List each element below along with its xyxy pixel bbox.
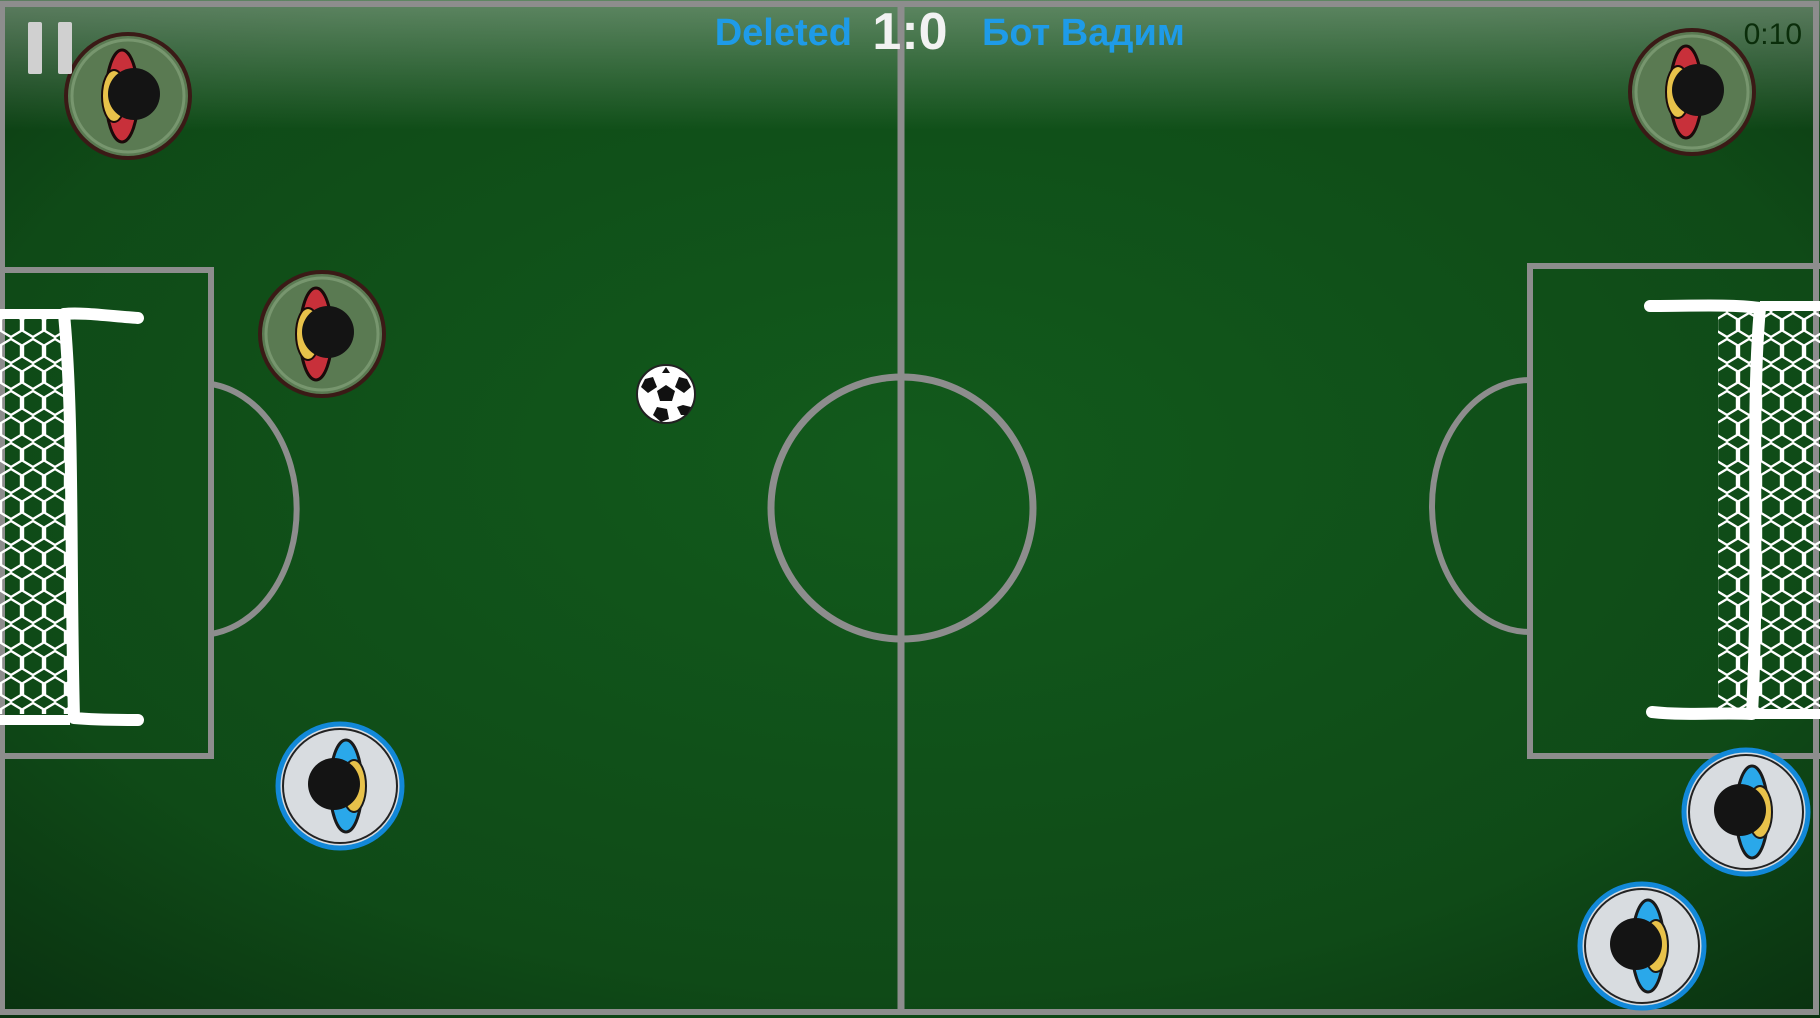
- blue-player[interactable]: [1680, 746, 1812, 878]
- soccer-field: [0, 0, 1820, 1018]
- blue-player[interactable]: [274, 720, 406, 852]
- red-player[interactable]: [256, 268, 388, 400]
- team-right-name: Бот Вадим: [982, 12, 1185, 54]
- team-left-name: Deleted: [714, 12, 852, 54]
- grass: [0, 0, 1820, 1018]
- blue-player[interactable]: [1576, 880, 1708, 1012]
- scoreboard: Deleted 1:0 Бот Вадим 0:10: [0, 3, 1820, 61]
- soccer-ball[interactable]: [635, 363, 697, 425]
- score: 1:0: [872, 3, 948, 61]
- pause-icon: [28, 22, 42, 74]
- pause-icon: [58, 22, 72, 74]
- game-stage[interactable]: Deleted 1:0 Бот Вадим 0:10: [0, 0, 1820, 1018]
- match-timer: 0:10: [1743, 18, 1802, 51]
- pause-button[interactable]: [26, 22, 76, 74]
